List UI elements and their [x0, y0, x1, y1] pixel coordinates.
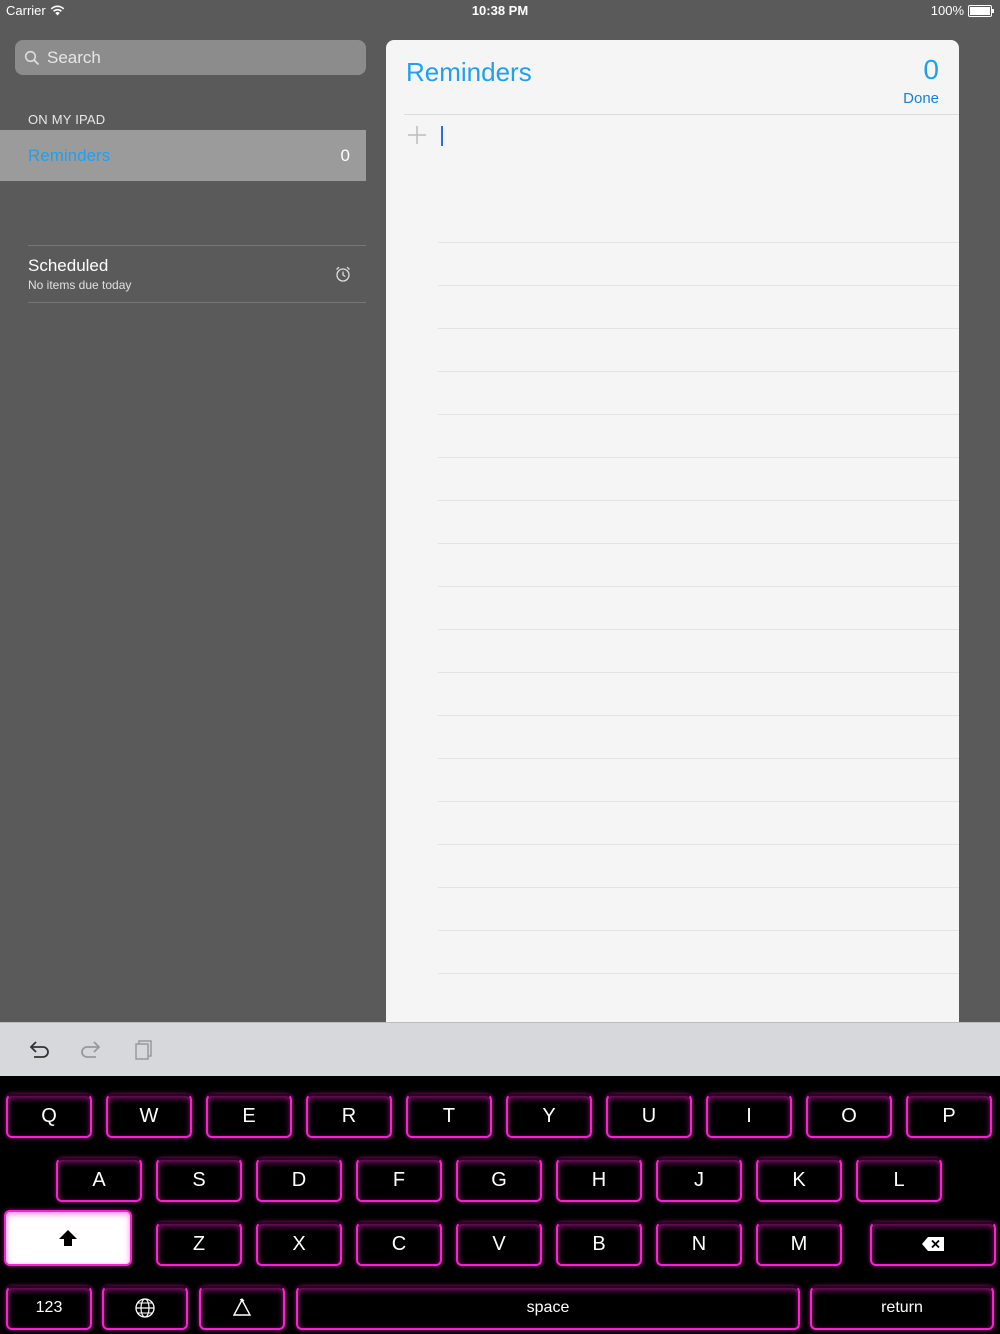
page-title: Reminders: [406, 57, 532, 87]
header-divider: [404, 114, 959, 115]
clock: 10:38 PM: [471, 3, 529, 18]
space-key[interactable]: space: [296, 1286, 800, 1330]
key-o[interactable]: O: [806, 1094, 892, 1138]
return-key[interactable]: return: [810, 1286, 994, 1330]
key-v[interactable]: V: [456, 1222, 542, 1266]
alarm-clock-icon: [336, 266, 350, 282]
ruled-line: [438, 887, 959, 888]
key-d[interactable]: D: [256, 1158, 342, 1202]
ruled-line: [438, 328, 959, 329]
redo-icon[interactable]: [78, 1038, 104, 1062]
search-input[interactable]: [45, 46, 349, 69]
ruled-line: [438, 586, 959, 587]
ruled-line: [438, 758, 959, 759]
battery-icon: [968, 4, 994, 17]
ruled-line: [438, 543, 959, 544]
status-bar: Carrier 10:38 PM 100%: [0, 0, 1000, 22]
key-s[interactable]: S: [156, 1158, 242, 1202]
scheduled-title: Scheduled: [28, 256, 109, 275]
key-c[interactable]: C: [356, 1222, 442, 1266]
text-cursor[interactable]: [441, 126, 443, 146]
key-g[interactable]: G: [456, 1158, 542, 1202]
ruled-line: [438, 242, 959, 243]
key-p[interactable]: P: [906, 1094, 992, 1138]
ruled-line: [438, 500, 959, 501]
ruled-line: [438, 801, 959, 802]
key-h[interactable]: H: [556, 1158, 642, 1202]
key-u[interactable]: U: [606, 1094, 692, 1138]
key-e[interactable]: E: [206, 1094, 292, 1138]
paste-icon[interactable]: [131, 1038, 157, 1062]
recycle-icon: [232, 1298, 252, 1316]
key-i[interactable]: I: [706, 1094, 792, 1138]
list-name: Reminders: [28, 145, 111, 165]
shift-key[interactable]: [4, 1210, 132, 1266]
key-f[interactable]: F: [356, 1158, 442, 1202]
shift-arrow-icon: [59, 1230, 77, 1246]
globe-icon: [135, 1298, 155, 1318]
search-icon: [24, 50, 40, 65]
numbers-key[interactable]: 123: [6, 1286, 92, 1330]
key-t[interactable]: T: [406, 1094, 492, 1138]
key-a[interactable]: A: [56, 1158, 142, 1202]
sidebar-item-scheduled[interactable]: Scheduled No items due today: [28, 245, 366, 303]
ruled-line: [438, 844, 959, 845]
key-m[interactable]: M: [756, 1222, 842, 1266]
search-bar[interactable]: [15, 40, 366, 75]
ruled-line: [438, 930, 959, 931]
ruled-line: [438, 629, 959, 630]
key-w[interactable]: W: [106, 1094, 192, 1138]
ruled-line: [438, 457, 959, 458]
done-button[interactable]: Done: [903, 90, 939, 107]
theme-key[interactable]: [199, 1286, 285, 1330]
list-count: 0: [340, 145, 350, 165]
globe-key[interactable]: [102, 1286, 188, 1330]
key-r[interactable]: R: [306, 1094, 392, 1138]
key-x[interactable]: X: [256, 1222, 342, 1266]
key-j[interactable]: J: [656, 1158, 742, 1202]
section-header: ON MY IPAD: [28, 112, 106, 127]
reminder-count: 0: [923, 54, 939, 85]
reminders-card: Reminders 0 Done: [386, 40, 959, 1030]
key-n[interactable]: N: [656, 1222, 742, 1266]
key-k[interactable]: K: [756, 1158, 842, 1202]
key-z[interactable]: Z: [156, 1222, 242, 1266]
ruled-line: [438, 285, 959, 286]
ruled-line: [438, 715, 959, 716]
undo-icon[interactable]: [26, 1038, 52, 1062]
scheduled-subtitle: No items due today: [28, 278, 132, 292]
sidebar-item-reminders[interactable]: Reminders 0: [0, 130, 366, 181]
keyboard-shortcut-bar: [0, 1022, 1000, 1077]
ruled-line: [438, 414, 959, 415]
key-b[interactable]: B: [556, 1222, 642, 1266]
key-y[interactable]: Y: [506, 1094, 592, 1138]
key-q[interactable]: Q: [6, 1094, 92, 1138]
battery-percent: 100%: [930, 3, 964, 18]
backspace-icon: [922, 1237, 944, 1251]
plus-icon[interactable]: [406, 124, 428, 146]
key-l[interactable]: L: [856, 1158, 942, 1202]
ruled-line: [438, 371, 959, 372]
keyboard: QWERTYUIOP ASDFGHJKL ZXCVBNM 123 space r…: [0, 1076, 1000, 1334]
ruled-line: [438, 973, 959, 974]
delete-key[interactable]: [870, 1222, 996, 1266]
battery-status: 100%: [930, 3, 994, 18]
ruled-line: [438, 672, 959, 673]
